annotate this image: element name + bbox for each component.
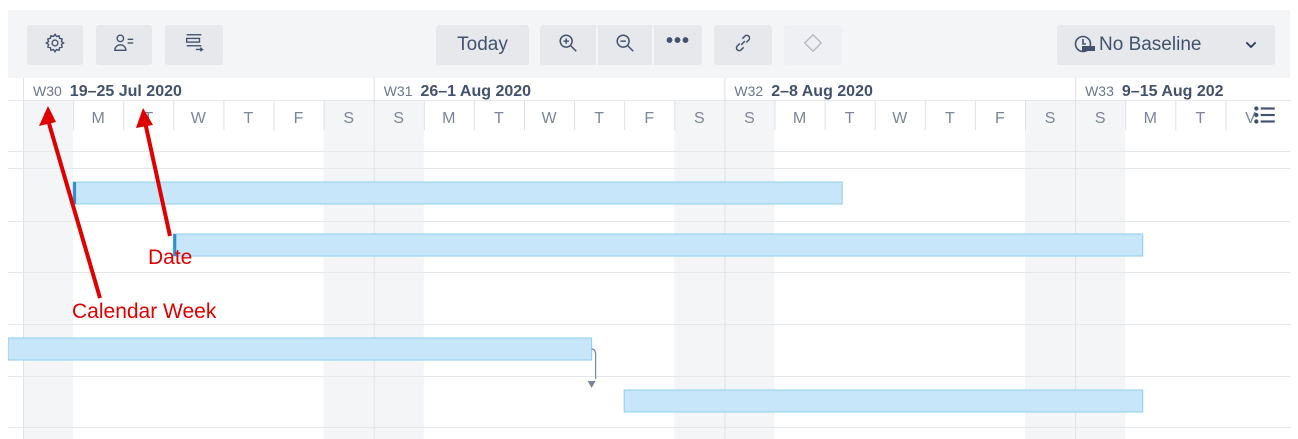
weekend-column [1025,100,1076,439]
zoom-in-button[interactable] [540,25,596,65]
today-button[interactable]: Today [436,25,529,65]
gear-icon [44,32,66,59]
hierarchy-icon [183,32,205,59]
annotation-week-label: Calendar Week [72,300,217,323]
week-heading: W31 26–1 Aug 2020 [384,83,531,100]
diamond-icon [802,32,824,59]
dependency-arrowhead [587,381,596,388]
task-bar-4[interactable] [623,389,1144,413]
week-code: W31 [384,83,413,99]
structure-button[interactable] [165,25,223,65]
gantt-timeline: W30 19–25 Jul 2020 W31 26–1 Aug 2020 W32 2–8 … [8,78,1290,439]
gantt-toolbar: Today ••• No Baseline [8,10,1290,78]
day-label: S [393,110,404,127]
weekend-column [323,100,374,439]
weekend-column [674,100,725,439]
day-label: W [191,110,207,127]
chevron-down-icon [1243,37,1259,53]
day-label: M [442,110,455,127]
settings-button[interactable] [27,25,83,65]
week-heading: W33 9–15 Aug 202 [1085,83,1224,100]
week-code: W32 [734,83,763,99]
week-date-range: 19–25 Jul 2020 [70,83,182,100]
day-label: S [343,110,354,127]
week-date-range: 9–15 Aug 202 [1122,83,1224,100]
day-label: M [91,110,104,127]
task-bar-3[interactable] [8,337,593,361]
week-code: W30 [33,83,62,99]
annotation-date-label: Date [148,246,192,269]
day-label: S [744,110,755,127]
day-label: T [594,110,604,127]
week-code: W33 [1085,83,1114,99]
day-label: T [244,110,254,127]
weekend-column [1075,100,1126,439]
week-date-range: 2–8 Aug 2020 [771,83,873,100]
weekend-column [373,100,424,439]
annotation-date-arrow [143,121,172,237]
day-label: T [945,110,955,127]
day-label: T [845,110,855,127]
link-icon [732,32,754,59]
day-label: F [294,110,304,127]
day-label: W [892,110,908,127]
day-label: M [793,110,806,127]
day-label: S [1045,110,1056,127]
day-label: F [995,110,1005,127]
more-button[interactable]: ••• [654,25,702,65]
week-heading: W32 2–8 Aug 2020 [734,83,873,100]
milestone-button[interactable] [784,25,842,65]
link-button[interactable] [714,25,772,65]
timeline-canvas: W30 19–25 Jul 2020 W31 26–1 Aug 2020 W32 2–8 … [8,78,1290,439]
zoom-out-icon [614,32,636,59]
zoom-out-button[interactable] [598,25,652,65]
weekend-column [23,100,74,439]
day-label: S [1095,110,1106,127]
week-heading: W30 19–25 Jul 2020 [33,83,182,100]
user-list-icon [113,32,135,59]
people-button[interactable] [96,25,152,65]
weekend-column [724,100,775,439]
baseline-clock-icon [1073,33,1097,57]
day-label: F [644,110,654,127]
day-label: T [494,110,504,127]
zoom-in-icon [557,32,579,59]
more-label: ••• [665,30,690,52]
dependency-link [591,348,597,379]
task-bar-1[interactable] [72,181,843,205]
day-label: W [541,110,557,127]
day-label: T [1195,110,1205,127]
day-label: M [1144,110,1157,127]
baseline-dropdown[interactable]: No Baseline [1057,25,1275,65]
week-date-range: 26–1 Aug 2020 [420,83,531,100]
today-label: Today [457,34,508,55]
list-menu-icon[interactable] [1252,102,1278,128]
task-bar-2[interactable] [172,233,1144,257]
day-label: S [694,110,705,127]
baseline-label: No Baseline [1099,34,1202,55]
